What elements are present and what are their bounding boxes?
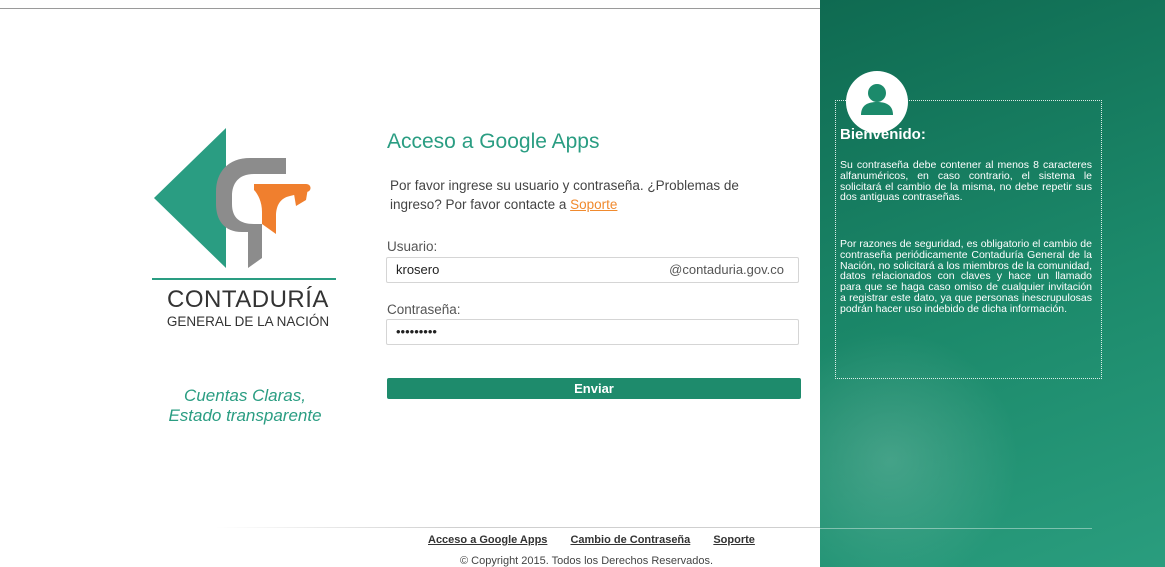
intro-text: Por favor ingrese su usuario y contraseñ… bbox=[390, 176, 790, 214]
logo-divider bbox=[152, 278, 336, 280]
tagline: Cuentas Claras, Estado transparente bbox=[140, 386, 350, 426]
footer-link-support[interactable]: Soporte bbox=[713, 534, 755, 546]
submit-button[interactable]: Enviar bbox=[387, 378, 801, 399]
top-divider bbox=[0, 8, 820, 9]
panel-divider bbox=[820, 528, 1092, 529]
security-notice-text: Por razones de seguridad, es obligatorio… bbox=[840, 238, 1092, 315]
footer-link-password-change[interactable]: Cambio de Contraseña bbox=[570, 534, 690, 546]
username-label: Usuario: bbox=[387, 239, 438, 254]
tagline-line-1: Cuentas Claras, bbox=[184, 386, 306, 405]
intro-message: Por favor ingrese su usuario y contraseñ… bbox=[390, 178, 739, 212]
tagline-line-2: Estado transparente bbox=[168, 406, 322, 425]
page-title: Acceso a Google Apps bbox=[387, 130, 600, 153]
username-field[interactable]: @contaduria.gov.co bbox=[386, 257, 799, 283]
support-link[interactable]: Soporte bbox=[570, 197, 617, 212]
password-input[interactable] bbox=[396, 324, 636, 339]
password-label: Contraseña: bbox=[387, 302, 461, 317]
contaduria-logo-mark bbox=[154, 128, 311, 268]
password-policy-text: Su contraseña debe contener al menos 8 c… bbox=[840, 159, 1092, 204]
logo-subtitle: GENERAL DE LA NACIÓN bbox=[166, 314, 330, 329]
password-field[interactable] bbox=[386, 319, 799, 345]
welcome-title: Bienvenido: bbox=[840, 126, 926, 143]
logo-name: CONTADURÍA bbox=[167, 286, 329, 313]
user-avatar-icon bbox=[846, 71, 908, 133]
email-domain-suffix: @contaduria.gov.co bbox=[669, 262, 784, 277]
welcome-panel: Bienvenido: Su contraseña debe contener … bbox=[820, 0, 1165, 567]
contaduria-logo: CONTADURÍA GENERAL DE LA NACIÓN bbox=[146, 128, 342, 329]
footer-link-google-apps[interactable]: Acceso a Google Apps bbox=[428, 534, 547, 546]
copyright: © Copyright 2015. Todos los Derechos Res… bbox=[460, 555, 714, 567]
footer-nav: Acceso a Google Apps Cambio de Contraseñ… bbox=[428, 534, 775, 546]
username-input[interactable] bbox=[396, 262, 636, 277]
footer-divider bbox=[215, 527, 820, 528]
